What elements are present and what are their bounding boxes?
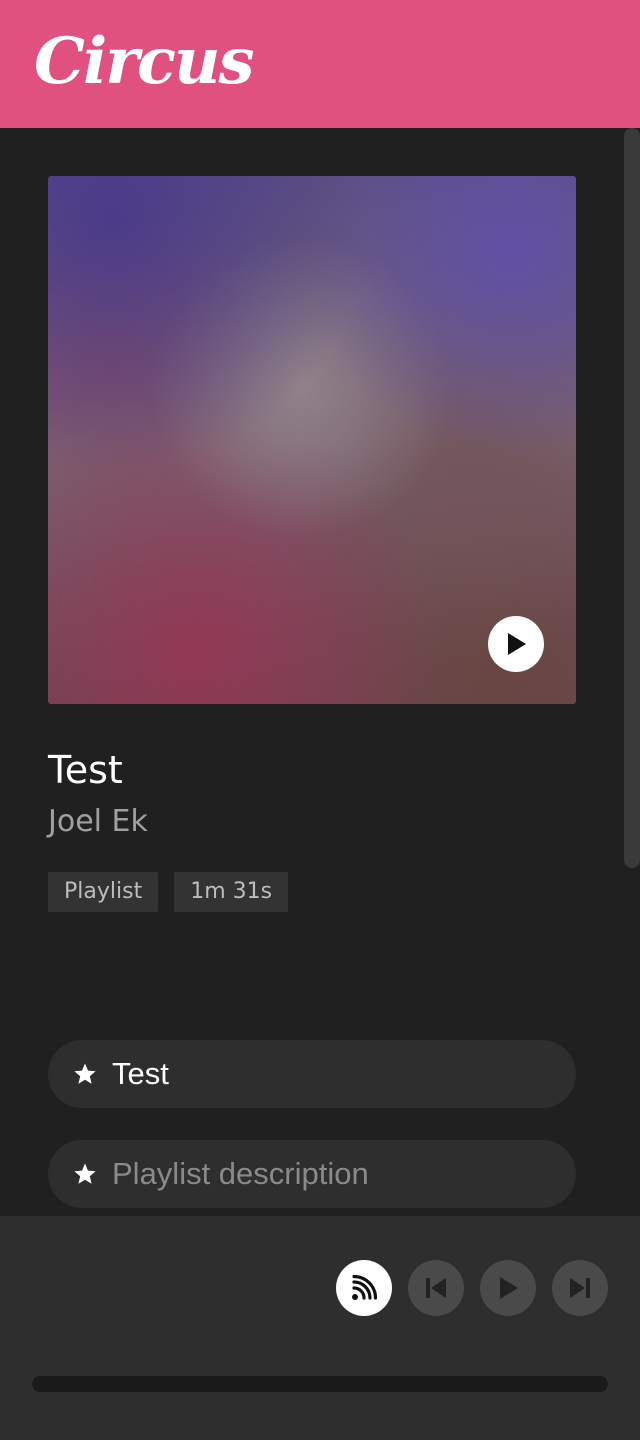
play-icon bbox=[500, 1277, 518, 1299]
play-button[interactable] bbox=[480, 1260, 536, 1316]
previous-button[interactable] bbox=[408, 1260, 464, 1316]
skip-next-icon bbox=[570, 1278, 590, 1298]
player-bar bbox=[0, 1216, 640, 1440]
badge-row: Playlist 1m 31s bbox=[48, 872, 289, 912]
cast-button[interactable] bbox=[336, 1260, 392, 1316]
title-input[interactable] bbox=[112, 1056, 542, 1092]
star-icon bbox=[72, 1161, 98, 1187]
duration-badge: 1m 31s bbox=[174, 872, 289, 912]
playlist-title: Test bbox=[48, 748, 123, 792]
star-icon bbox=[72, 1061, 98, 1087]
description-input[interactable] bbox=[112, 1156, 542, 1192]
cast-icon bbox=[352, 1275, 377, 1300]
description-field bbox=[48, 1140, 576, 1208]
title-field bbox=[48, 1040, 576, 1108]
app-bar: Circus bbox=[0, 0, 640, 128]
scrollbar[interactable] bbox=[624, 128, 640, 1216]
next-button[interactable] bbox=[552, 1260, 608, 1316]
play-icon bbox=[508, 633, 526, 655]
playlist-page: Test Joel Ek Playlist 1m 31s bbox=[0, 128, 640, 1216]
type-badge: Playlist bbox=[48, 872, 159, 912]
progress-bar[interactable] bbox=[32, 1376, 608, 1392]
artwork-play-button[interactable] bbox=[488, 616, 544, 672]
skip-previous-icon bbox=[426, 1278, 446, 1298]
playlist-artwork bbox=[48, 176, 576, 704]
scrollbar-thumb[interactable] bbox=[624, 128, 640, 868]
playlist-author[interactable]: Joel Ek bbox=[48, 802, 148, 842]
app-logo[interactable]: Circus bbox=[34, 22, 254, 102]
